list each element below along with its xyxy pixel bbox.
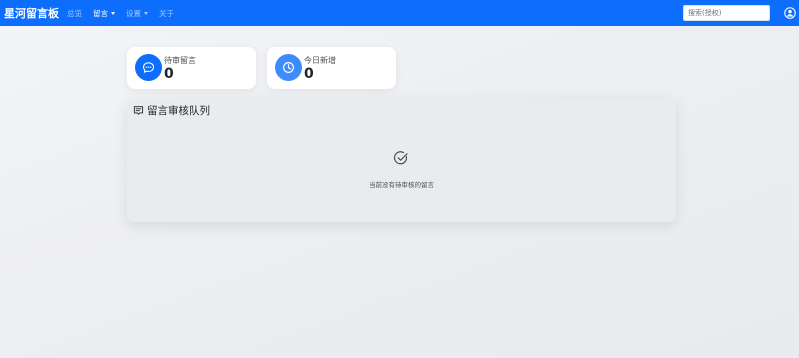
nav-item-settings[interactable]: 设置: [126, 8, 148, 19]
stat-icon-badge: [275, 54, 302, 81]
caret-down-icon: [144, 11, 148, 15]
chat-dots-icon: [142, 62, 155, 73]
card-header: 留言审核队列: [133, 103, 210, 118]
stat-value: 0: [304, 66, 314, 82]
nav-item-label: 关于: [159, 8, 174, 18]
stat-label: 待审留言: [164, 56, 196, 65]
top-navbar: 星河留言板 总览 留言 设置 关于: [0, 0, 799, 26]
clock-icon: [283, 62, 294, 73]
nav-menu: 总览 留言 设置 关于: [67, 0, 185, 26]
stat-card-today: 今日新增 0: [267, 47, 396, 89]
search-input[interactable]: [683, 5, 770, 21]
card-title: 留言审核队列: [147, 105, 210, 117]
person-circle-icon: [784, 7, 796, 19]
stat-value: 0: [164, 66, 174, 82]
moderation-queue-card: 留言审核队列 当前没有待审核的留言: [127, 99, 676, 222]
nav-item-about[interactable]: 关于: [159, 8, 174, 19]
stat-icon-badge: [135, 54, 162, 81]
nav-item-label: 总览: [67, 8, 82, 18]
nav-item-label: 留言: [93, 8, 108, 18]
check-circle-icon: [393, 151, 408, 165]
caret-down-icon: [111, 11, 115, 15]
nav-item-label: 设置: [126, 8, 141, 18]
nav-item-overview[interactable]: 总览: [67, 8, 82, 19]
user-menu-button[interactable]: [783, 6, 797, 20]
empty-state-text: 当前没有待审核的留言: [369, 181, 434, 189]
brand-title[interactable]: 星河留言板: [4, 5, 59, 21]
stat-card-pending: 待审留言 0: [127, 47, 256, 89]
chat-square-text-icon: [133, 106, 144, 115]
page-background: [0, 232, 799, 358]
stat-label: 今日新增: [304, 56, 336, 65]
nav-item-messages[interactable]: 留言: [93, 8, 115, 19]
